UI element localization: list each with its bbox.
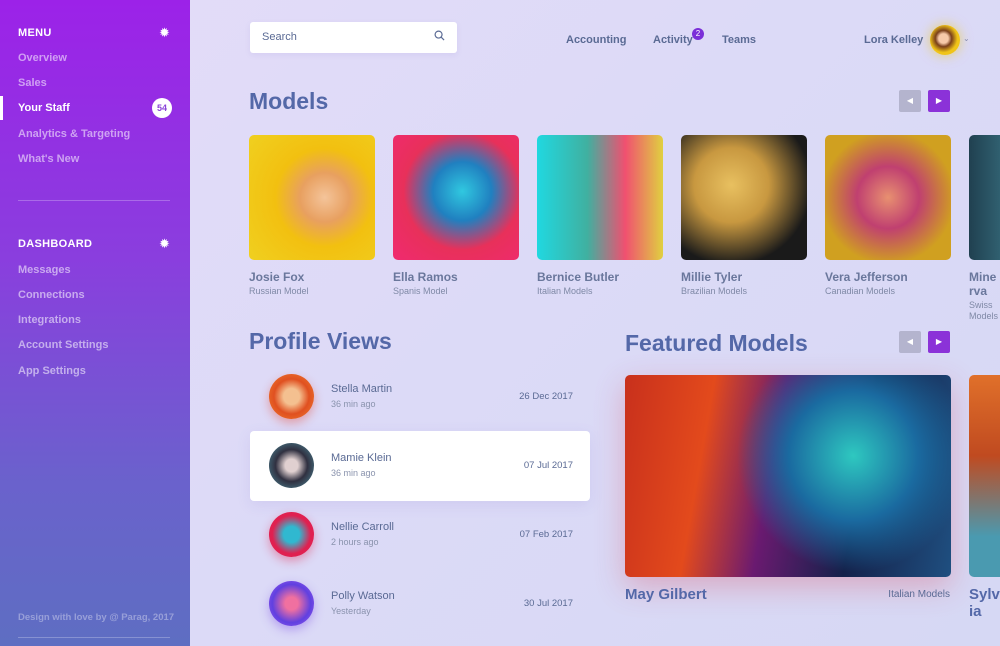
chevron-right-icon: ▶ [935, 96, 943, 105]
divider [18, 637, 170, 638]
search-icon[interactable] [434, 30, 445, 41]
model-subtitle: Russian Model [249, 286, 309, 296]
avatar [269, 581, 314, 626]
view-time: 36 min ago [331, 468, 376, 478]
chevron-down-icon[interactable]: ⌄ [963, 34, 970, 43]
viewer-name: Polly Watson [331, 590, 395, 602]
model-name[interactable]: Josie Fox [249, 270, 304, 284]
footer-credit: Design with love by @ Parag, 2017 [18, 612, 175, 623]
staff-count-badge: 54 [152, 98, 172, 118]
model-card-edge-text: Minerva Swiss Models [969, 270, 1000, 322]
sidebar-item-app-settings[interactable]: App Settings [18, 365, 86, 377]
chevron-right-icon: ▶ [935, 337, 943, 346]
divider [18, 200, 170, 201]
search-input[interactable]: Search [250, 22, 457, 53]
view-time: 2 hours ago [331, 537, 379, 547]
profile-views-title: Profile Views [249, 328, 392, 354]
menu-gear-icon[interactable]: ✹ [159, 25, 170, 41]
featured-prev-button[interactable]: ◀ [899, 331, 921, 353]
avatar [269, 443, 314, 488]
nav-activity[interactable]: Activity [653, 34, 693, 46]
model-subtitle: Canadian Models [825, 286, 896, 296]
profile-view-row[interactable]: Stella Martin 36 min ago 26 Dec 2017 [250, 362, 590, 432]
chevron-left-icon: ◀ [906, 96, 914, 105]
models-prev-button[interactable]: ◀ [899, 90, 921, 112]
viewer-name: Nellie Carroll [331, 521, 394, 533]
featured-model-photo[interactable] [625, 375, 951, 577]
model-name[interactable]: Bernice Butler [537, 270, 619, 284]
profile-view-row[interactable]: Mamie Klein 36 min ago 07 Jul 2017 [250, 431, 590, 501]
model-card-photo[interactable] [681, 135, 807, 260]
model-name[interactable]: Vera Jefferson [825, 270, 908, 284]
dashboard-gear-icon[interactable]: ✹ [159, 236, 170, 252]
featured-model-name[interactable]: May Gilbert [625, 586, 707, 603]
model-subtitle: Brazilian Models [681, 286, 748, 296]
sidebar-item-overview[interactable]: Overview [18, 52, 67, 64]
sidebar-item-account-settings[interactable]: Account Settings [18, 339, 108, 351]
user-name[interactable]: Lora Kelley [864, 34, 923, 46]
models-next-button[interactable]: ▶ [928, 90, 950, 112]
sidebar-item-your-staff[interactable]: Your Staff [18, 102, 70, 114]
featured-model-photo[interactable] [969, 375, 1000, 577]
model-card-photo[interactable] [825, 135, 951, 260]
profile-view-row[interactable]: Polly Watson Yesterday 30 Jul 2017 [250, 569, 590, 639]
menu-heading: MENU [18, 27, 52, 39]
avatar [269, 374, 314, 419]
viewer-name: Stella Martin [331, 383, 393, 395]
model-name[interactable]: Millie Tyler [681, 270, 742, 284]
active-indicator [0, 96, 3, 120]
model-name[interactable]: Minerva [969, 270, 1000, 298]
model-subtitle: Swiss Models [969, 300, 999, 321]
user-avatar[interactable] [930, 25, 960, 55]
viewer-name: Mamie Klein [331, 452, 392, 464]
model-card-photo[interactable] [537, 135, 663, 260]
featured-model-subtitle: Italian Models [888, 589, 950, 600]
model-card-photo[interactable] [393, 135, 519, 260]
profile-view-row[interactable]: Nellie Carroll 2 hours ago 07 Feb 2017 [250, 500, 590, 570]
nav-accounting[interactable]: Accounting [566, 34, 627, 46]
view-date: 30 Jul 2017 [523, 598, 573, 609]
model-card-photo[interactable] [249, 135, 375, 260]
view-date: 26 Dec 2017 [519, 391, 573, 402]
sidebar-item-whats-new[interactable]: What's New [18, 153, 79, 165]
featured-next-button[interactable]: ▶ [928, 331, 950, 353]
featured-model-name[interactable]: Sylvia [969, 586, 1000, 620]
sidebar-item-sales[interactable]: Sales [18, 77, 47, 89]
model-subtitle: Spanis Model [393, 286, 448, 296]
sidebar-item-connections[interactable]: Connections [18, 289, 85, 301]
dashboard-heading: DASHBOARD [18, 238, 93, 250]
model-name[interactable]: Ella Ramos [393, 270, 458, 284]
sidebar-item-analytics[interactable]: Analytics & Targeting [18, 128, 130, 140]
view-date: 07 Feb 2017 [519, 529, 573, 540]
search-placeholder: Search [262, 31, 297, 43]
sidebar-item-messages[interactable]: Messages [18, 264, 71, 276]
avatar [269, 512, 314, 557]
sidebar: MENU ✹ Overview Sales Your Staff 54 Anal… [0, 0, 190, 646]
model-card-photo[interactable] [969, 135, 1000, 260]
view-date: 07 Jul 2017 [523, 460, 573, 471]
featured-models-title: Featured Models [625, 330, 808, 356]
model-subtitle: Italian Models [537, 286, 593, 296]
chevron-left-icon: ◀ [906, 337, 914, 346]
models-title: Models [249, 88, 329, 114]
nav-teams[interactable]: Teams [722, 34, 756, 46]
activity-badge: 2 [692, 28, 704, 40]
view-time: Yesterday [331, 606, 371, 616]
view-time: 36 min ago [331, 399, 376, 409]
sidebar-item-integrations[interactable]: Integrations [18, 314, 81, 326]
